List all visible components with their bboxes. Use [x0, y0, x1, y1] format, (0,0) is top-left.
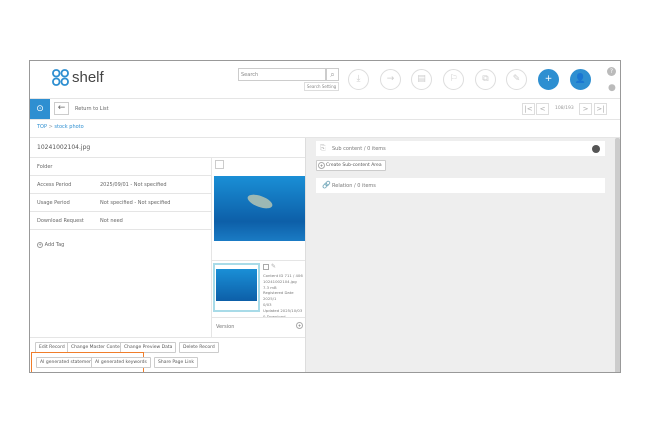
sub-content-label: Sub content / 0 items: [332, 146, 386, 152]
last-page-icon[interactable]: >|: [594, 103, 607, 115]
expand-icon[interactable]: [215, 160, 224, 169]
pencil-icon[interactable]: ✎: [271, 263, 276, 270]
field-value: 2025/09/01 - Not specified: [100, 182, 167, 188]
link-icon: 🔗: [322, 181, 331, 189]
field-label: Folder: [37, 164, 52, 170]
create-sub-content-button[interactable]: +Create Sub-content Area: [316, 160, 386, 171]
field-row: Access Period 2025/09/01 - Not specified: [30, 176, 211, 194]
edit-icon[interactable]: ✎: [506, 69, 527, 90]
divider: [212, 260, 306, 261]
field-label: Download Request: [37, 218, 84, 224]
flag-icon[interactable]: ⚐: [443, 69, 464, 90]
add-icon[interactable]: +: [538, 69, 559, 90]
field-value: Not need: [100, 218, 123, 224]
field-label: Access Period: [37, 182, 71, 188]
download-icon[interactable]: ⤓: [348, 69, 369, 90]
divider: [30, 119, 621, 120]
plus-circle-icon: +: [37, 242, 43, 248]
registered-date: Registered Date 2025/1: [263, 290, 305, 302]
field-row: Usage Period Not specified - Not specifie…: [30, 194, 211, 212]
updated-date: Updated 2025/10/03: [263, 308, 305, 314]
search-icon[interactable]: ⌕: [326, 68, 339, 81]
search-input[interactable]: Search: [238, 68, 326, 81]
search-panel-toggle[interactable]: ⊙: [30, 99, 50, 119]
logo: shelf: [52, 69, 104, 86]
app-window: shelf Search ⌕ Search Setting ⤓ → ▤ ⚐ ⧉ …: [29, 60, 621, 373]
turtle-shape: [246, 192, 274, 211]
breadcrumb: TOP > stock photo: [37, 124, 84, 130]
help-icon[interactable]: ?: [607, 67, 616, 76]
account-icon[interactable]: ●: [608, 83, 616, 93]
next-page-icon[interactable]: >: [579, 103, 592, 115]
add-tag-button[interactable]: + Add Tag: [37, 242, 64, 248]
ai-generated-keywords-button[interactable]: AI generated keywords: [91, 357, 151, 368]
share-page-link-button[interactable]: Share Page Link: [154, 357, 198, 368]
move-icon[interactable]: →: [380, 69, 401, 90]
add-tag-label: Add Tag: [45, 242, 65, 248]
user-settings-icon[interactable]: 👤: [570, 69, 591, 90]
version-label: Version: [216, 324, 234, 330]
version-expand-icon[interactable]: +: [296, 322, 303, 329]
page-counter: 108/193: [555, 106, 574, 111]
copy-icon[interactable]: ⧉: [475, 69, 496, 90]
field-value: Not specified - Not specified: [100, 200, 170, 206]
preview-image[interactable]: [214, 176, 305, 241]
breadcrumb-separator: >: [49, 124, 53, 130]
collapse-icon[interactable]: [592, 145, 600, 153]
create-sub-label: Create Sub-content Area: [326, 163, 382, 168]
file-name: 10241002104.jpg: [37, 144, 90, 151]
relation-label: Relation / 0 items: [332, 183, 376, 189]
version-info: Content ID 711 / 406 10241002104.jpg 7.3…: [263, 273, 305, 319]
search-setting-button[interactable]: Search Setting: [304, 82, 339, 91]
prev-page-icon[interactable]: <: [536, 103, 549, 115]
logo-text: shelf: [72, 69, 104, 86]
document-icon[interactable]: ▤: [411, 69, 432, 90]
logo-icon: [52, 69, 69, 86]
scrollbar[interactable]: [615, 138, 620, 373]
first-page-icon[interactable]: |<: [522, 103, 535, 115]
record-panel: 10241002104.jpg Folder Access Period 2025…: [30, 138, 305, 373]
field-row: Folder: [30, 158, 211, 176]
sub-content-panel: Sub content / 0 items ⎘ +Create Sub-cont…: [305, 138, 621, 373]
content-id: Content ID 711 / 406: [263, 273, 305, 279]
divider: [212, 317, 306, 318]
delete-record-button[interactable]: Delete Record: [179, 342, 219, 353]
field-row: Download Request Not need: [30, 212, 211, 230]
breadcrumb-top[interactable]: TOP: [37, 124, 47, 130]
sub-content-icon: ⎘: [320, 144, 326, 153]
breadcrumb-current[interactable]: stock photo: [54, 124, 83, 130]
return-to-list-link[interactable]: Return to List: [75, 106, 109, 112]
thumbnail-checkbox[interactable]: [263, 264, 269, 270]
thumbnail-image: [216, 269, 257, 301]
back-button[interactable]: ←: [54, 102, 69, 115]
relation-bar[interactable]: Relation / 0 items 🔗: [316, 178, 605, 193]
plus-circle-icon: +: [318, 162, 325, 169]
thumbnail-selected[interactable]: [213, 263, 260, 312]
divider: [30, 98, 621, 99]
preview-column: ✎ Content ID 711 / 406 10241002104.jpg 7…: [211, 157, 305, 337]
sub-content-bar[interactable]: Sub content / 0 items ⎘: [316, 141, 605, 156]
field-label: Usage Period: [37, 200, 70, 206]
divider: [30, 337, 305, 338]
